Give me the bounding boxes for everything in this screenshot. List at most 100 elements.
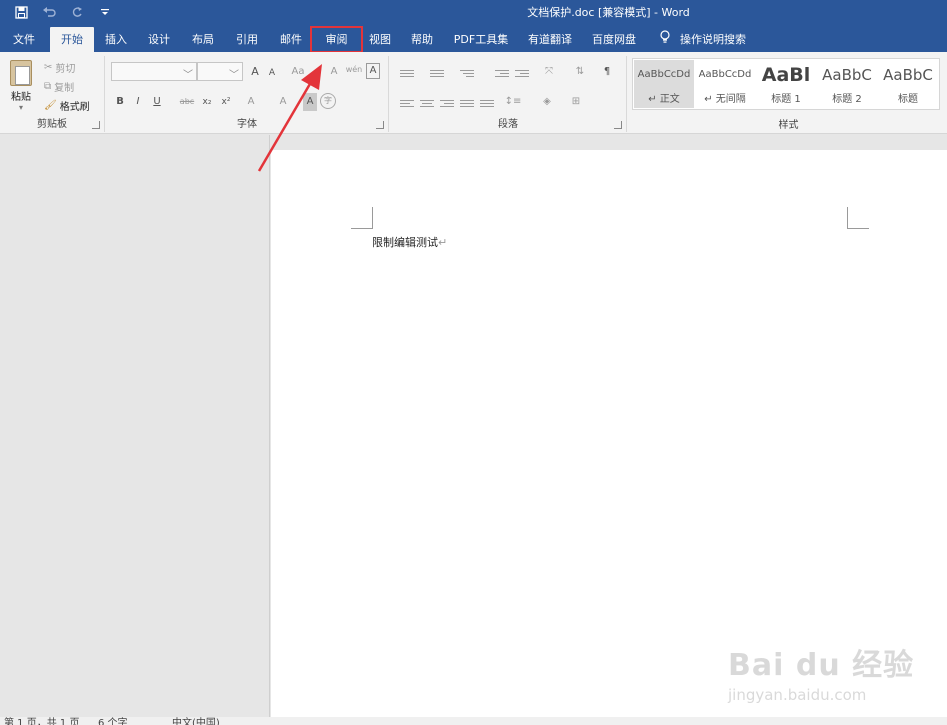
- document-paragraph[interactable]: 限制编辑测试↵: [372, 234, 447, 250]
- status-language[interactable]: 中文(中国): [172, 717, 220, 725]
- tab-baidu-netdisk[interactable]: 百度网盘: [586, 27, 642, 52]
- bold-button[interactable]: B: [114, 93, 126, 111]
- format-painter-button[interactable]: 🖌 格式刷: [44, 97, 90, 113]
- superscript-button[interactable]: x²: [219, 93, 233, 111]
- status-bar: 第 1 页，共 1 页 6 个字 中文(中国): [0, 717, 947, 725]
- style-heading-1[interactable]: AaBl 标题 1: [756, 60, 816, 108]
- title-bar: 文档保护.doc [兼容模式] - Word: [0, 0, 947, 25]
- font-color-button[interactable]: A: [276, 93, 290, 111]
- group-font: ﹀ ﹀ A A Aa A wén A B I U abc x₂ x² A A A…: [106, 56, 389, 132]
- baidu-jingyan-watermark: Bai du 经验 jingyan.baidu.com: [728, 640, 914, 704]
- style-heading-2[interactable]: AaBbC 标题 2: [817, 60, 877, 108]
- scissors-icon: ✂: [44, 61, 53, 73]
- font-group-label: 字体: [237, 119, 257, 130]
- paragraph-launcher-icon[interactable]: [614, 121, 622, 129]
- format-painter-label: 格式刷: [59, 101, 90, 113]
- style-sample: AaBbC: [822, 66, 872, 84]
- watermark-brand: Bai du 经验: [728, 648, 915, 683]
- paste-button[interactable]: 粘贴 ▾: [6, 58, 36, 112]
- tab-pdf-tools[interactable]: PDF工具集: [450, 27, 512, 52]
- ribbon-home: 粘贴 ▾ ✂ 剪切 ⧉ 复制 🖌 格式刷 剪贴板 ﹀ ﹀ A A Aa A wé…: [0, 52, 947, 134]
- distributed-icon[interactable]: [476, 94, 498, 112]
- character-shading-button[interactable]: A: [303, 93, 317, 111]
- ribbon-tab-bar: 文件 开始 插入 设计 布局 引用 邮件 审阅 视图 帮助 PDF工具集 有道翻…: [0, 25, 947, 53]
- multilevel-list-icon[interactable]: [456, 64, 478, 82]
- increase-indent-icon[interactable]: [511, 64, 533, 82]
- numbering-icon[interactable]: [426, 64, 448, 82]
- tab-layout[interactable]: 布局: [185, 27, 221, 52]
- copy-button[interactable]: ⧉ 复制: [44, 78, 74, 94]
- tab-review[interactable]: 审阅: [310, 26, 363, 53]
- style-sample: AaBbC: [883, 66, 933, 84]
- document-text: 限制编辑测试: [372, 236, 438, 249]
- paste-dropdown-icon[interactable]: ▾: [6, 103, 36, 112]
- justify-icon[interactable]: [456, 94, 478, 112]
- align-center-icon[interactable]: [416, 94, 438, 112]
- clipboard-group-label: 剪贴板: [37, 119, 67, 130]
- tab-view[interactable]: 视图: [362, 27, 398, 52]
- paste-label: 粘贴: [11, 92, 31, 103]
- phonetic-guide-button[interactable]: wén: [345, 61, 363, 79]
- cut-button[interactable]: ✂ 剪切: [44, 59, 75, 75]
- tab-home[interactable]: 开始: [50, 27, 94, 52]
- line-spacing-icon[interactable]: ↕≡: [502, 93, 524, 111]
- margin-corner-top-right: [847, 207, 869, 229]
- underline-button[interactable]: U: [151, 93, 163, 111]
- enclose-characters-button[interactable]: 字: [320, 93, 336, 109]
- copy-label: 复制: [54, 82, 75, 94]
- tab-file[interactable]: 文件: [4, 27, 44, 52]
- strikethrough-button[interactable]: abc: [178, 93, 196, 111]
- shading-icon[interactable]: ◈: [537, 93, 557, 111]
- asian-layout-icon[interactable]: ⤧: [538, 63, 560, 81]
- change-case-button[interactable]: Aa: [288, 63, 308, 81]
- sort-icon[interactable]: ⇅: [572, 63, 588, 81]
- paste-icon: [10, 60, 32, 86]
- italic-button[interactable]: I: [133, 93, 143, 111]
- styles-gallery: AaBbCcDd ↵ 正文 AaBbCcDd ↵ 无间隔 AaBl 标题 1 A…: [632, 58, 940, 110]
- style-title[interactable]: AaBbC 标题: [878, 60, 938, 108]
- style-sample: AaBl: [761, 64, 811, 86]
- grow-font-button[interactable]: A: [248, 63, 262, 81]
- font-name-combo[interactable]: ﹀: [111, 62, 197, 81]
- style-no-spacing[interactable]: AaBbCcDd ↵ 无间隔: [695, 60, 755, 108]
- margin-corner-top-left: [351, 207, 373, 229]
- document-page[interactable]: 限制编辑测试↵: [271, 150, 947, 717]
- tab-references[interactable]: 引用: [229, 27, 265, 52]
- font-size-combo[interactable]: ﹀: [197, 62, 243, 81]
- tell-me-search[interactable]: 操作说明搜索: [660, 27, 746, 52]
- character-border-button[interactable]: A: [366, 63, 380, 79]
- borders-icon[interactable]: ⊞: [566, 93, 586, 111]
- tell-me-label: 操作说明搜索: [680, 33, 746, 46]
- left-pane: [0, 135, 270, 717]
- text-effects-button[interactable]: A: [244, 93, 258, 111]
- cut-label: 剪切: [55, 63, 76, 75]
- clipboard-launcher-icon[interactable]: [92, 121, 100, 129]
- font-launcher-icon[interactable]: [376, 121, 384, 129]
- style-normal[interactable]: AaBbCcDd ↵ 正文: [634, 60, 694, 108]
- bullets-icon[interactable]: [396, 64, 418, 82]
- style-name: ↵ 无间隔: [704, 94, 746, 105]
- shrink-font-button[interactable]: A: [266, 64, 278, 82]
- tab-youdao-translate[interactable]: 有道翻译: [522, 27, 578, 52]
- tab-help[interactable]: 帮助: [404, 27, 440, 52]
- decrease-indent-icon[interactable]: [491, 64, 513, 82]
- clear-formatting-button[interactable]: A: [327, 63, 341, 81]
- tab-mailings[interactable]: 邮件: [273, 27, 309, 52]
- status-page[interactable]: 第 1 页，共 1 页: [4, 717, 79, 725]
- chevron-down-icon: ﹀: [229, 70, 239, 81]
- status-words[interactable]: 6 个字: [98, 717, 128, 725]
- show-marks-icon[interactable]: ¶: [600, 63, 614, 81]
- watermark-url: jingyan.baidu.com: [728, 686, 867, 704]
- style-name: 标题: [898, 94, 918, 105]
- window-title: 文档保护.doc [兼容模式] - Word: [527, 6, 690, 19]
- paintbrush-icon: 🖌: [44, 99, 57, 111]
- subscript-button[interactable]: x₂: [200, 93, 214, 111]
- styles-group-label: 样式: [778, 120, 799, 131]
- tab-insert[interactable]: 插入: [98, 27, 134, 52]
- copy-icon: ⧉: [44, 80, 52, 92]
- align-left-icon[interactable]: [396, 94, 418, 112]
- style-sample: AaBbCcDd: [698, 69, 752, 80]
- align-right-icon[interactable]: [436, 94, 458, 112]
- document-area: 限制编辑测试↵: [0, 135, 947, 717]
- tab-design[interactable]: 设计: [141, 27, 177, 52]
